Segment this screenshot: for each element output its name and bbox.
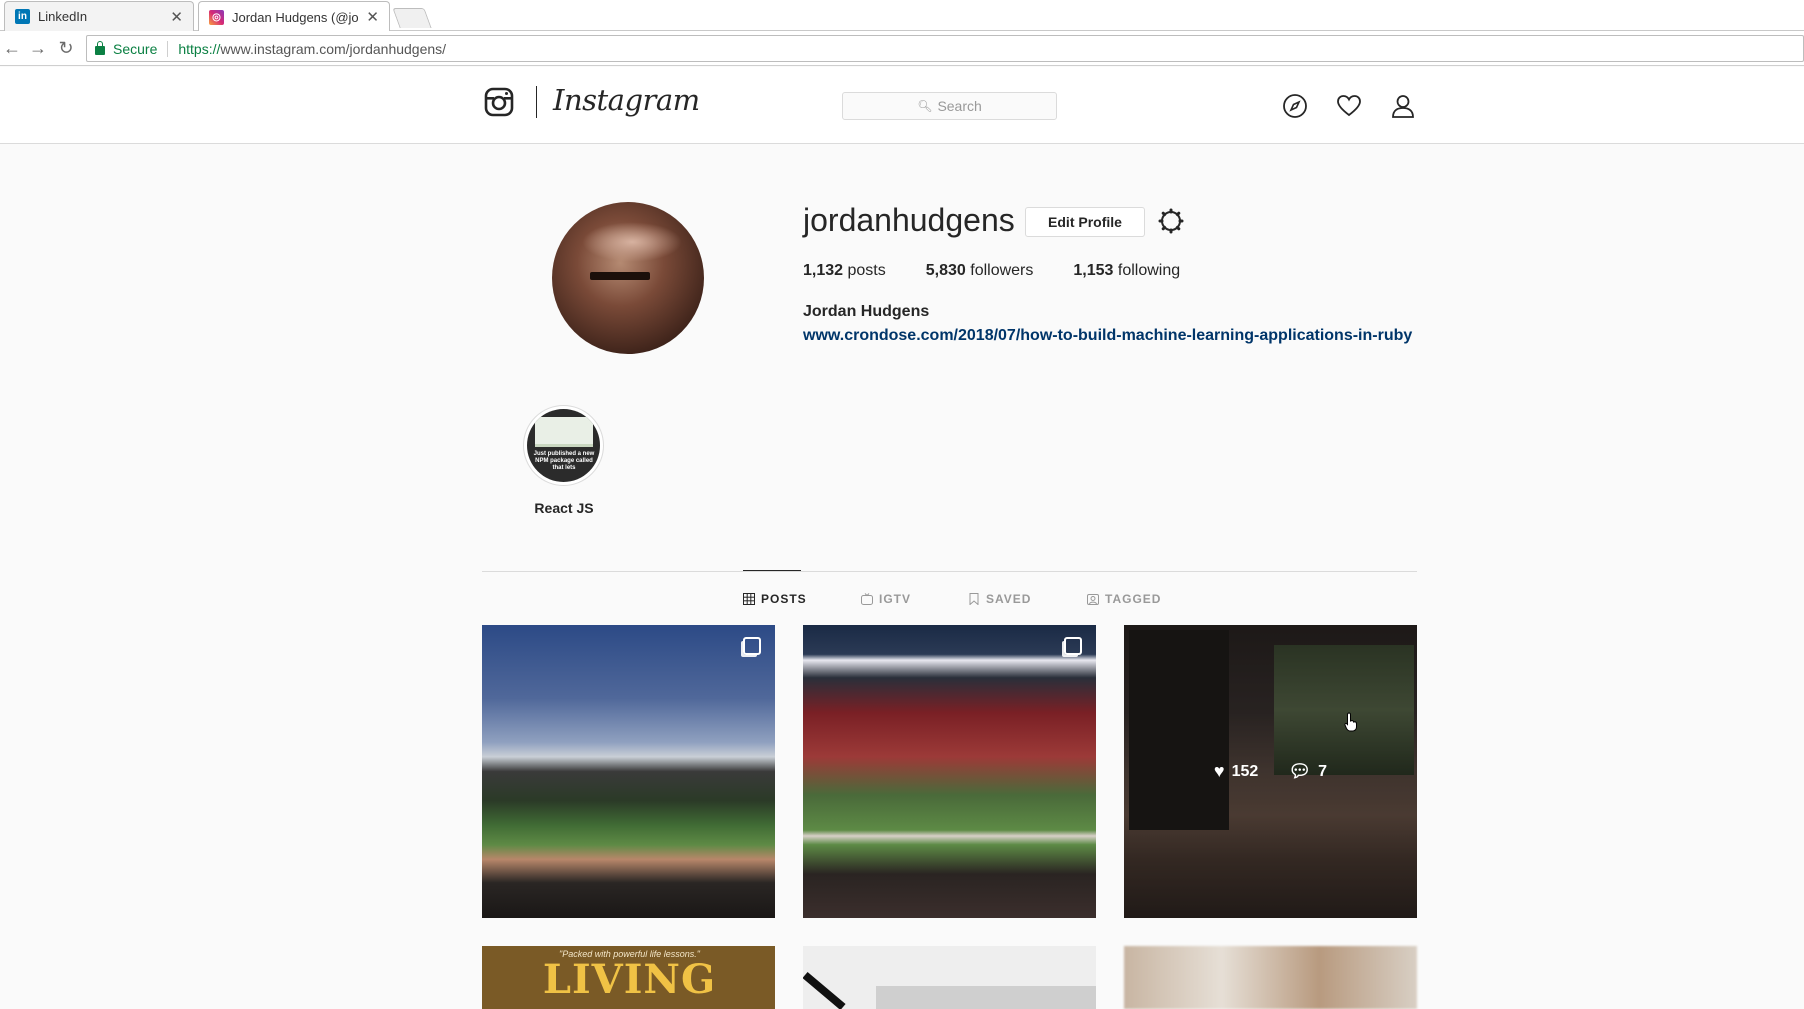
browser-tab-linkedin[interactable]: in LinkedIn ✕ xyxy=(4,1,194,31)
close-tab-icon[interactable]: ✕ xyxy=(170,8,183,26)
likes-number: 152 xyxy=(1231,762,1259,780)
stat-number: 1,153 xyxy=(1073,262,1114,279)
search-icon: 🔍︎ xyxy=(917,99,933,113)
profile-avatar[interactable] xyxy=(552,202,704,354)
tag-icon xyxy=(1087,594,1099,605)
compass-icon[interactable] xyxy=(1282,93,1308,119)
stat-label: posts xyxy=(847,262,886,279)
post-hover-overlay: ♥ 152 💬︎ 7 xyxy=(1124,625,1417,918)
heart-icon[interactable] xyxy=(1336,93,1362,119)
logo-divider xyxy=(536,86,537,118)
post-thumbnail[interactable] xyxy=(1124,946,1417,1009)
igtv-icon xyxy=(861,593,873,605)
tab-label: TAGGED xyxy=(1105,592,1162,606)
secure-label: Secure xyxy=(113,40,158,57)
url-scheme: https:// xyxy=(178,40,221,57)
multiple-photos-icon xyxy=(743,637,761,655)
multiple-photos-icon xyxy=(1064,637,1082,655)
lock-icon xyxy=(95,40,105,55)
tab-igtv[interactable]: IGTV xyxy=(861,592,911,606)
post-thumbnail[interactable] xyxy=(803,625,1096,918)
tab-title: LinkedIn xyxy=(38,9,88,24)
post-thumbnail[interactable] xyxy=(803,946,1096,1009)
arrow-graphic xyxy=(803,971,846,1009)
tabs-divider xyxy=(482,571,1417,572)
stat-label: followers xyxy=(970,262,1034,279)
browser-toolbar: ← → ↻ Secure https:// www.instagram.com/… xyxy=(0,31,1804,66)
screenshot-graphic xyxy=(876,986,1096,1009)
heart-filled-icon: ♥ xyxy=(1213,761,1225,781)
likes-count: ♥ 152 xyxy=(1214,761,1258,782)
tab-posts[interactable]: POSTS xyxy=(743,592,807,606)
tab-title: Jordan Hudgens (@jorda xyxy=(232,9,359,25)
active-tab-indicator xyxy=(743,570,801,571)
browser-tab-bar: in LinkedIn ✕ ◎ Jordan Hudgens (@jorda ✕ xyxy=(0,0,1804,32)
close-tab-icon[interactable]: ✕ xyxy=(366,8,379,26)
story-highlight-label: React JS xyxy=(534,500,594,516)
post-thumbnail-hovered[interactable]: ♥ 152 💬︎ 7 xyxy=(1124,625,1417,918)
browser-tab-instagram[interactable]: ◎ Jordan Hudgens (@jorda ✕ xyxy=(198,1,390,32)
thumbnail-text: Just published a new NPM package called … xyxy=(533,451,595,471)
divider xyxy=(167,40,169,57)
comments-count: 💬︎ 7 xyxy=(1288,761,1327,782)
linkedin-icon: in xyxy=(15,9,30,24)
tab-label: POSTS xyxy=(761,592,807,606)
secure-indicator[interactable]: Secure xyxy=(95,40,158,57)
tab-label: IGTV xyxy=(879,592,912,606)
instagram-icon: ◎ xyxy=(209,9,224,25)
comment-icon: 💬︎ xyxy=(1288,761,1312,781)
stat-number: 5,830 xyxy=(925,262,966,279)
tab-label: SAVED xyxy=(986,592,1032,606)
post-thumbnail[interactable]: "Packed with powerful life lessons." LIV… xyxy=(482,946,775,1009)
profile-full-name: Jordan Hudgens xyxy=(803,303,930,320)
story-highlight-thumbnail[interactable]: Just published a new NPM package called … xyxy=(527,409,600,482)
address-bar[interactable]: Secure https:// www.instagram.com/jordan… xyxy=(86,35,1804,62)
bookmark-icon xyxy=(969,593,979,605)
profile-username: jordanhudgens xyxy=(803,202,1015,238)
search-placeholder: Search xyxy=(937,98,982,114)
forward-icon[interactable]: → xyxy=(28,38,48,58)
instagram-glyph-icon[interactable] xyxy=(484,87,514,117)
stat-label: following xyxy=(1117,262,1181,279)
grid-icon xyxy=(743,593,755,605)
new-tab-button[interactable] xyxy=(392,8,432,28)
settings-gear-icon[interactable] xyxy=(1158,208,1184,234)
book-title: LIVING xyxy=(542,956,717,1003)
instagram-header: Instagram 🔍︎ Search xyxy=(0,67,1804,144)
instagram-wordmark[interactable]: Instagram xyxy=(553,83,700,117)
edit-profile-button[interactable]: Edit Profile xyxy=(1025,207,1145,237)
thumbnail-screen xyxy=(535,417,593,447)
profile-bio-link[interactable]: www.crondose.com/2018/07/how-to-build-ma… xyxy=(803,327,1412,345)
followers-count[interactable]: 5,830 followers xyxy=(926,262,1034,280)
hand-cursor-icon xyxy=(1344,712,1357,732)
back-icon[interactable]: ← xyxy=(2,38,22,58)
post-thumbnail[interactable] xyxy=(482,625,775,918)
search-input[interactable]: 🔍︎ Search xyxy=(842,92,1057,120)
profile-stats: 1,132 posts 5,830 followers 1,153 follow… xyxy=(803,262,1220,280)
stat-number: 1,132 xyxy=(803,262,844,279)
user-icon[interactable] xyxy=(1390,93,1416,119)
comments-number: 7 xyxy=(1318,762,1328,780)
following-count[interactable]: 1,153 following xyxy=(1073,262,1180,280)
tab-saved[interactable]: SAVED xyxy=(968,592,1031,606)
reload-icon[interactable]: ↻ xyxy=(56,38,76,58)
posts-count: 1,132 posts xyxy=(803,262,886,280)
tab-tagged[interactable]: TAGGED xyxy=(1087,592,1161,606)
url-text: www.instagram.com/jordanhudgens/ xyxy=(220,40,447,57)
